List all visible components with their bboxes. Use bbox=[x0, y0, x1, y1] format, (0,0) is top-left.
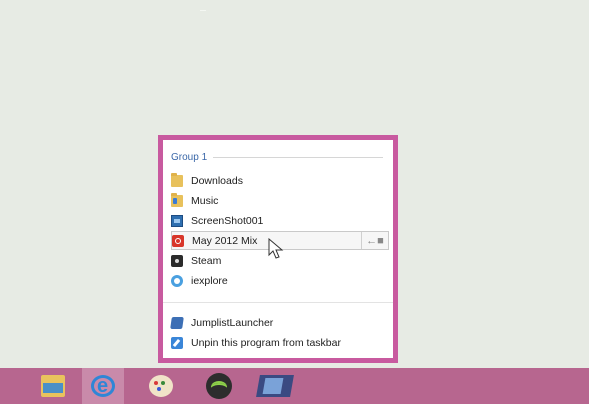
group-title: Group 1 bbox=[171, 151, 208, 163]
jump-item-iexplore[interactable]: iexplore bbox=[171, 271, 385, 290]
unpin-icon bbox=[171, 336, 183, 349]
jumplist-launcher-icon bbox=[170, 316, 184, 329]
taskbar-file-explorer-button[interactable] bbox=[32, 368, 74, 404]
group-divider bbox=[213, 156, 383, 158]
jump-item-screenshot[interactable]: ScreenShot001 bbox=[171, 211, 385, 230]
steam-icon bbox=[171, 254, 183, 267]
mouse-cursor-icon bbox=[268, 238, 284, 259]
paint-palette-icon bbox=[149, 375, 173, 397]
jump-item-label: Music bbox=[191, 194, 219, 207]
jumplist-launcher-icon bbox=[256, 375, 294, 397]
music-folder-icon bbox=[171, 192, 183, 207]
taskbar-jumplist-launcher-button[interactable] bbox=[250, 368, 300, 404]
internet-explorer-icon bbox=[171, 274, 183, 287]
file-explorer-icon bbox=[41, 375, 65, 397]
desktop-artifact bbox=[200, 10, 206, 11]
jump-item-label: Steam bbox=[191, 254, 222, 267]
task-jumplist-launcher[interactable]: JumplistLauncher bbox=[170, 313, 385, 332]
jump-item-label: Downloads bbox=[191, 174, 243, 187]
task-label: Unpin this program from taskbar bbox=[191, 336, 341, 349]
jump-item-music[interactable]: Music bbox=[171, 191, 385, 210]
folder-icon bbox=[171, 172, 183, 187]
jump-item-label: May 2012 Mix bbox=[192, 234, 258, 247]
media-file-icon bbox=[172, 234, 184, 247]
taskbar-internet-explorer-button[interactable] bbox=[82, 368, 124, 404]
taskbar-spotify-button[interactable] bbox=[198, 368, 240, 404]
jump-item-label: ScreenShot001 bbox=[191, 214, 264, 227]
pin-icon: ←■ bbox=[366, 234, 384, 247]
tasks-divider bbox=[163, 302, 393, 303]
image-file-icon bbox=[171, 214, 183, 227]
taskbar bbox=[0, 368, 589, 404]
taskbar-paint-button[interactable] bbox=[140, 368, 182, 404]
jump-item-downloads[interactable]: Downloads bbox=[171, 171, 385, 190]
pin-button[interactable]: ←■ bbox=[361, 232, 388, 249]
task-unpin-program[interactable]: Unpin this program from taskbar bbox=[171, 333, 385, 352]
jump-item-label: iexplore bbox=[191, 274, 228, 287]
internet-explorer-icon bbox=[91, 375, 115, 398]
task-label: JumplistLauncher bbox=[191, 316, 274, 329]
group-header: Group 1 bbox=[171, 150, 383, 164]
spotify-icon bbox=[206, 373, 232, 399]
